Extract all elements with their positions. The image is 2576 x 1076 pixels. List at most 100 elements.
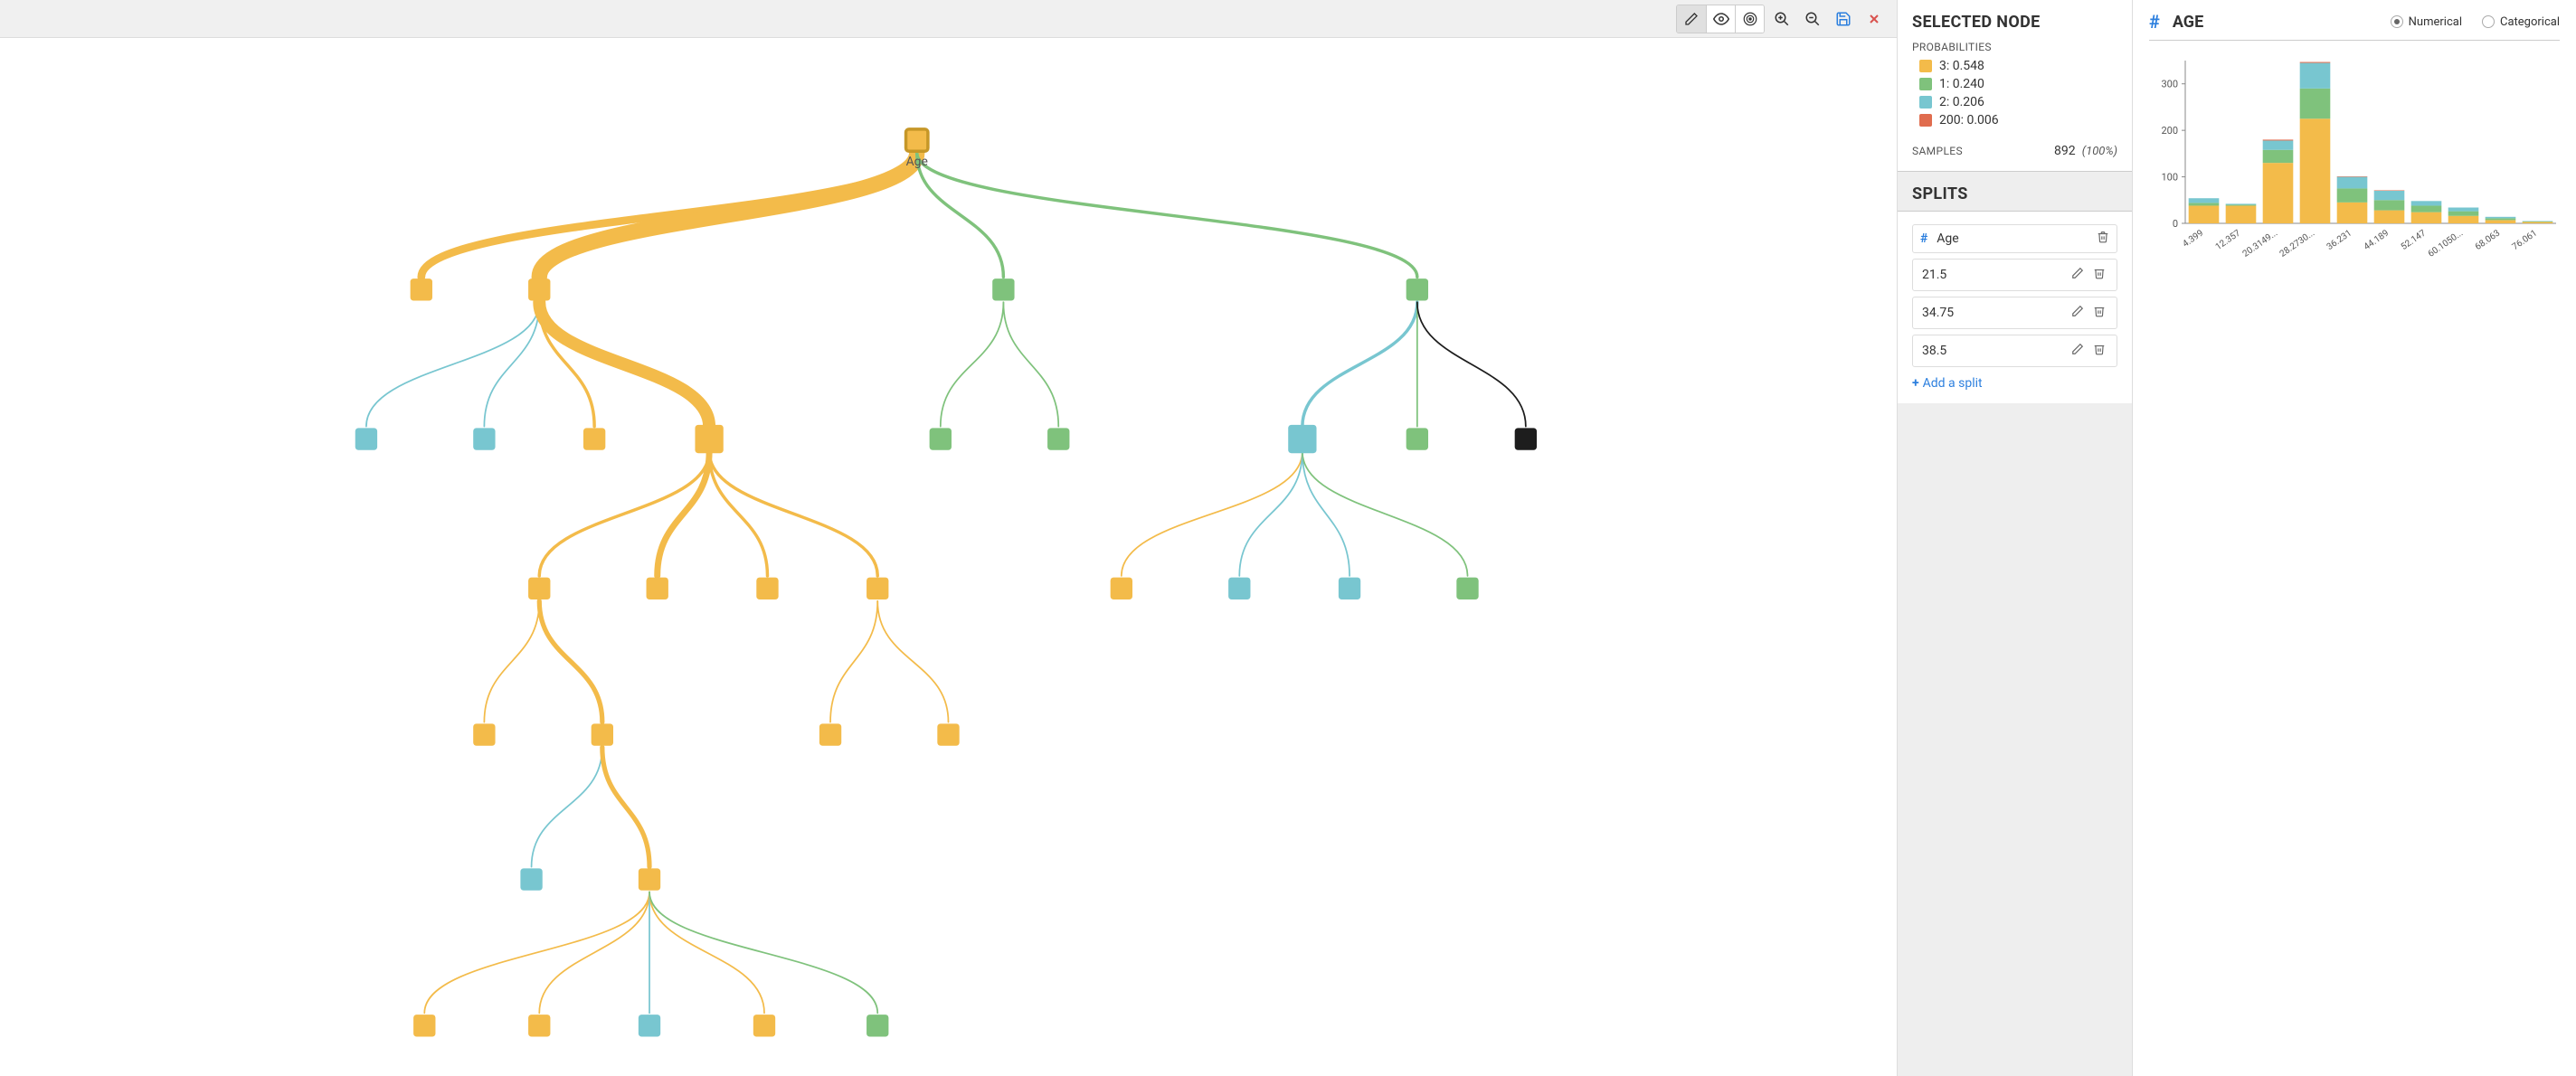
tree-node[interactable]	[1047, 428, 1069, 449]
radio-numerical[interactable]: Numerical	[2391, 15, 2462, 29]
close-button[interactable]	[1861, 5, 1888, 33]
histogram-chart: 01002003004.39912.35720.3149...28.2730..…	[2149, 52, 2560, 272]
bar-segment	[2263, 140, 2294, 149]
bar-segment	[2448, 216, 2479, 223]
auto-mode-button[interactable]	[1735, 5, 1764, 33]
tree-node[interactable]	[520, 868, 542, 890]
mode-group	[1676, 5, 1765, 33]
probability-row: 3: 0.548	[1919, 59, 2117, 73]
tree-edge	[709, 451, 877, 575]
split-value: 34.75	[1922, 306, 2064, 320]
samples-count: 892	[2054, 144, 2076, 158]
delete-split-button[interactable]	[2093, 305, 2107, 321]
split-value: 38.5	[1922, 344, 2064, 358]
add-split-button[interactable]: + Add a split	[1912, 376, 2117, 391]
bar-segment	[2300, 63, 2331, 89]
edit-split-button[interactable]	[2071, 343, 2086, 359]
tree-node[interactable]	[413, 1015, 435, 1036]
bar-segment	[2300, 89, 2331, 118]
radio-categorical[interactable]: Categorical	[2482, 15, 2560, 29]
bar-segment	[2486, 218, 2516, 220]
view-mode-button[interactable]	[1706, 5, 1735, 33]
bar-segment	[2523, 221, 2553, 222]
tree-node[interactable]	[906, 129, 928, 151]
tree-node[interactable]	[528, 578, 550, 599]
delete-feature-button[interactable]	[2097, 231, 2109, 247]
bar-segment	[2189, 198, 2220, 203]
tree-node[interactable]	[1515, 428, 1537, 449]
edit-split-button[interactable]	[2071, 267, 2086, 283]
radio-dot-icon	[2391, 15, 2403, 28]
tree-node[interactable]	[867, 1015, 888, 1036]
delete-split-button[interactable]	[2093, 267, 2107, 283]
tree-node[interactable]	[639, 868, 660, 890]
tree-node[interactable]	[528, 1015, 550, 1036]
tree-node[interactable]	[753, 1015, 775, 1036]
tree-node-label: Age	[906, 155, 928, 169]
radio-numerical-label: Numerical	[2409, 15, 2462, 29]
tree-node[interactable]	[473, 428, 495, 449]
tree-node[interactable]	[528, 278, 550, 300]
tree-node[interactable]	[473, 723, 495, 745]
bar-segment	[2486, 220, 2516, 223]
chart-header: # AGE Numerical Categorical	[2149, 11, 2560, 41]
bar-segment	[2263, 163, 2294, 223]
tree-node[interactable]	[1339, 578, 1360, 599]
tree-node[interactable]	[695, 425, 723, 453]
tree-edge	[709, 451, 767, 575]
add-split-label: Add a split	[1923, 376, 1983, 391]
save-button[interactable]	[1830, 5, 1857, 33]
probability-row: 2: 0.206	[1919, 95, 2117, 109]
tree-node[interactable]	[1228, 578, 1250, 599]
selected-node-title: SELECTED NODE	[1912, 13, 2117, 32]
y-tick-label: 200	[2161, 125, 2178, 137]
tree-node[interactable]	[819, 723, 841, 745]
tree-canvas[interactable]: Age	[0, 38, 1897, 1076]
bar-segment	[2523, 222, 2553, 223]
tree-node[interactable]	[355, 428, 377, 449]
probability-text: 3: 0.548	[1939, 59, 1984, 73]
tree-node[interactable]	[992, 278, 1014, 300]
tree-node[interactable]	[583, 428, 605, 449]
chart-title: AGE	[2173, 13, 2203, 32]
edit-mode-button[interactable]	[1677, 5, 1706, 33]
tree-node[interactable]	[592, 723, 613, 745]
tree-node[interactable]	[1406, 428, 1428, 449]
tree-node[interactable]	[1288, 425, 1316, 453]
x-tick-label: 28.2730...	[2278, 228, 2317, 259]
tree-node[interactable]	[639, 1015, 660, 1036]
samples-percent: (100%)	[2082, 145, 2117, 158]
tree-node[interactable]	[1111, 578, 1132, 599]
bar-segment	[2300, 118, 2331, 223]
split-value-row: 21.5	[1912, 259, 2117, 291]
x-tick-label: 12.357	[2214, 228, 2243, 252]
bar-segment	[2411, 205, 2442, 212]
tree-edge	[1239, 451, 1302, 575]
tree-node[interactable]	[756, 578, 778, 599]
bar-segment	[2337, 203, 2368, 223]
tree-node[interactable]	[411, 278, 432, 300]
split-value-row: 38.5	[1912, 335, 2117, 367]
splits-header: SPLITS	[1898, 172, 2132, 212]
split-feature-row: # Age	[1912, 224, 2117, 253]
delete-split-button[interactable]	[2093, 343, 2107, 359]
bar-segment	[2337, 177, 2368, 189]
zoom-in-button[interactable]	[1768, 5, 1795, 33]
edit-split-button[interactable]	[2071, 305, 2086, 321]
tree-node[interactable]	[1456, 578, 1478, 599]
bar-segment	[2486, 217, 2516, 219]
bar-segment	[2448, 208, 2479, 212]
tree-edge	[539, 601, 602, 722]
tree-edge	[917, 153, 1417, 277]
zoom-out-button[interactable]	[1799, 5, 1826, 33]
tree-edge	[1122, 451, 1302, 575]
tree-node[interactable]	[937, 723, 959, 745]
tree-node[interactable]	[647, 578, 668, 599]
tree-node[interactable]	[867, 578, 888, 599]
tree-edge	[877, 601, 948, 722]
bar-segment	[2411, 212, 2442, 223]
x-tick-label: 20.3149...	[2241, 228, 2280, 259]
bar-segment	[2411, 201, 2442, 205]
tree-node[interactable]	[930, 428, 952, 449]
tree-node[interactable]	[1406, 278, 1428, 300]
